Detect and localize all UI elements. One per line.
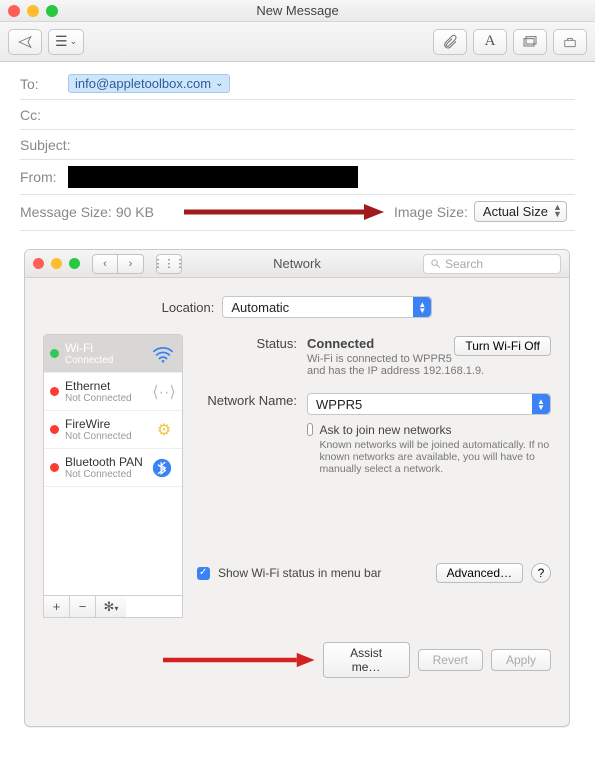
status-dot-icon [50, 349, 59, 358]
sidebar-item-name: FireWire [65, 417, 146, 431]
annotation-arrow-icon [163, 651, 315, 669]
markup-button[interactable] [553, 29, 587, 55]
from-label: From: [20, 169, 68, 185]
status-label: Status: [197, 336, 307, 377]
stepper-caret-icon: ▲▼ [553, 204, 562, 218]
network-name-select[interactable]: WPPR5 ▲▼ [307, 393, 551, 415]
network-title: Network [25, 256, 569, 271]
show-wifi-menu-checkbox[interactable] [197, 567, 210, 580]
minus-icon: − [79, 599, 87, 614]
location-select[interactable]: Automatic ▲▼ [222, 296, 432, 318]
turn-wifi-off-button[interactable]: Turn Wi-Fi Off [454, 336, 551, 356]
message-size-row: Message Size: 90 KB Image Size: Actual S… [20, 195, 575, 231]
header-options-button[interactable]: ☰⌄ [48, 29, 84, 55]
location-value: Automatic [231, 300, 289, 315]
paperclip-icon [442, 34, 458, 50]
stack-icon [522, 35, 538, 49]
chevron-down-icon: ⌄ [70, 36, 78, 47]
ask-to-join-checkbox[interactable] [307, 423, 313, 436]
network-name-value: WPPR5 [316, 397, 362, 412]
network-prefs-window: ‹ › ⋮⋮⋮ Network Search Location: Automat… [24, 249, 570, 727]
from-field-row[interactable]: From: [20, 160, 575, 195]
status-subtext: Wi-Fi is connected to WPPR5 and has the … [307, 353, 551, 377]
assist-me-button[interactable]: Assist me… [323, 642, 410, 678]
sidebar-item-sub: Connected [65, 355, 146, 366]
revert-button[interactable]: Revert [418, 649, 483, 671]
status-dot-icon [50, 463, 59, 472]
to-recipient-chip[interactable]: info@appletoolbox.com ⌄ [68, 74, 230, 93]
mail-toolbar: ☰⌄ A [0, 22, 595, 62]
sidebar-footer: + − ✻▾ [44, 595, 182, 617]
send-button[interactable] [8, 29, 42, 55]
gear-icon: ✻ [104, 599, 115, 614]
format-button[interactable]: A [473, 29, 507, 55]
font-a-icon: A [485, 33, 496, 50]
chevron-down-icon[interactable]: ⌄ [215, 78, 223, 89]
sidebar-item-firewire[interactable]: FireWire Not Connected ⚙ [44, 411, 182, 449]
bluetooth-icon [152, 458, 176, 478]
annotation-arrow-icon [184, 203, 384, 221]
status-dot-icon [50, 387, 59, 396]
mail-titlebar: New Message [0, 0, 595, 22]
sidebar-item-name: Ethernet [65, 379, 146, 393]
message-size-value: 90 KB [116, 204, 154, 220]
sidebar-item-sub: Not Connected [65, 431, 146, 442]
message-size-label: Message Size: [20, 204, 112, 220]
location-label: Location: [162, 300, 215, 315]
sidebar-item-ethernet[interactable]: Ethernet Not Connected ⟨··⟩ [44, 373, 182, 411]
subject-field-row[interactable]: Subject: [20, 130, 575, 160]
action-menu-button[interactable]: ✻▾ [96, 596, 126, 617]
chevron-down-icon: ▾ [114, 604, 118, 613]
detail-pane: Status: Turn Wi-Fi Off Connected Wi-Fi i… [197, 334, 551, 618]
ethernet-icon: ⟨··⟩ [152, 382, 176, 402]
image-size-value: Actual Size [483, 204, 548, 219]
compose-fields: To: info@appletoolbox.com ⌄ Cc: Subject:… [0, 62, 595, 235]
ask-to-join-subtext: Known networks will be joined automatica… [319, 439, 551, 475]
status-dot-icon [50, 425, 59, 434]
compose-body[interactable]: ‹ › ⋮⋮⋮ Network Search Location: Automat… [0, 235, 595, 727]
apply-button[interactable]: Apply [491, 649, 551, 671]
sidebar-item-sub: Not Connected [65, 469, 146, 480]
network-titlebar: ‹ › ⋮⋮⋮ Network Search [25, 250, 569, 278]
attach-button[interactable] [433, 29, 467, 55]
cc-field-row[interactable]: Cc: [20, 100, 575, 130]
advanced-button[interactable]: Advanced… [436, 563, 523, 583]
add-service-button[interactable]: + [44, 596, 70, 617]
location-row: Location: Automatic ▲▼ [43, 296, 551, 318]
image-size-label: Image Size: [394, 204, 468, 220]
to-field-row[interactable]: To: info@appletoolbox.com ⌄ [20, 68, 575, 100]
question-icon: ? [538, 566, 545, 580]
status-value: Connected [307, 336, 374, 351]
image-size-select[interactable]: Actual Size ▲▼ [474, 201, 567, 222]
show-wifi-menu-label: Show Wi-Fi status in menu bar [218, 566, 381, 580]
plus-icon: + [53, 599, 61, 614]
subject-label: Subject: [20, 137, 82, 153]
remove-service-button[interactable]: − [70, 596, 96, 617]
cc-label: Cc: [20, 107, 68, 123]
sidebar-item-bluetooth[interactable]: Bluetooth PAN Not Connected [44, 449, 182, 487]
network-name-label: Network Name: [197, 393, 307, 415]
from-redacted-value [68, 166, 358, 188]
paper-plane-icon [16, 35, 34, 49]
to-label: To: [20, 76, 68, 92]
wifi-icon [152, 345, 176, 363]
sidebar-item-wifi[interactable]: Wi-Fi Connected [44, 335, 182, 373]
action-row: Assist me… Revert Apply [25, 630, 569, 678]
list-icon: ☰ [55, 33, 68, 50]
to-recipient-text: info@appletoolbox.com [75, 76, 211, 91]
firewire-icon: ⚙ [152, 420, 176, 440]
network-services-list: Wi-Fi Connected Ethernet Not Conne [43, 334, 183, 618]
sidebar-item-sub: Not Connected [65, 393, 146, 404]
window-title: New Message [0, 3, 595, 18]
sidebar-item-name: Bluetooth PAN [65, 455, 146, 469]
help-button[interactable]: ? [531, 563, 551, 583]
sidebar-item-name: Wi-Fi [65, 341, 146, 355]
toolbox-icon [562, 35, 578, 49]
select-caret-icon: ▲▼ [413, 297, 431, 317]
ask-to-join-label: Ask to join new networks [319, 423, 551, 437]
photo-browser-button[interactable] [513, 29, 547, 55]
select-caret-icon: ▲▼ [532, 394, 550, 414]
